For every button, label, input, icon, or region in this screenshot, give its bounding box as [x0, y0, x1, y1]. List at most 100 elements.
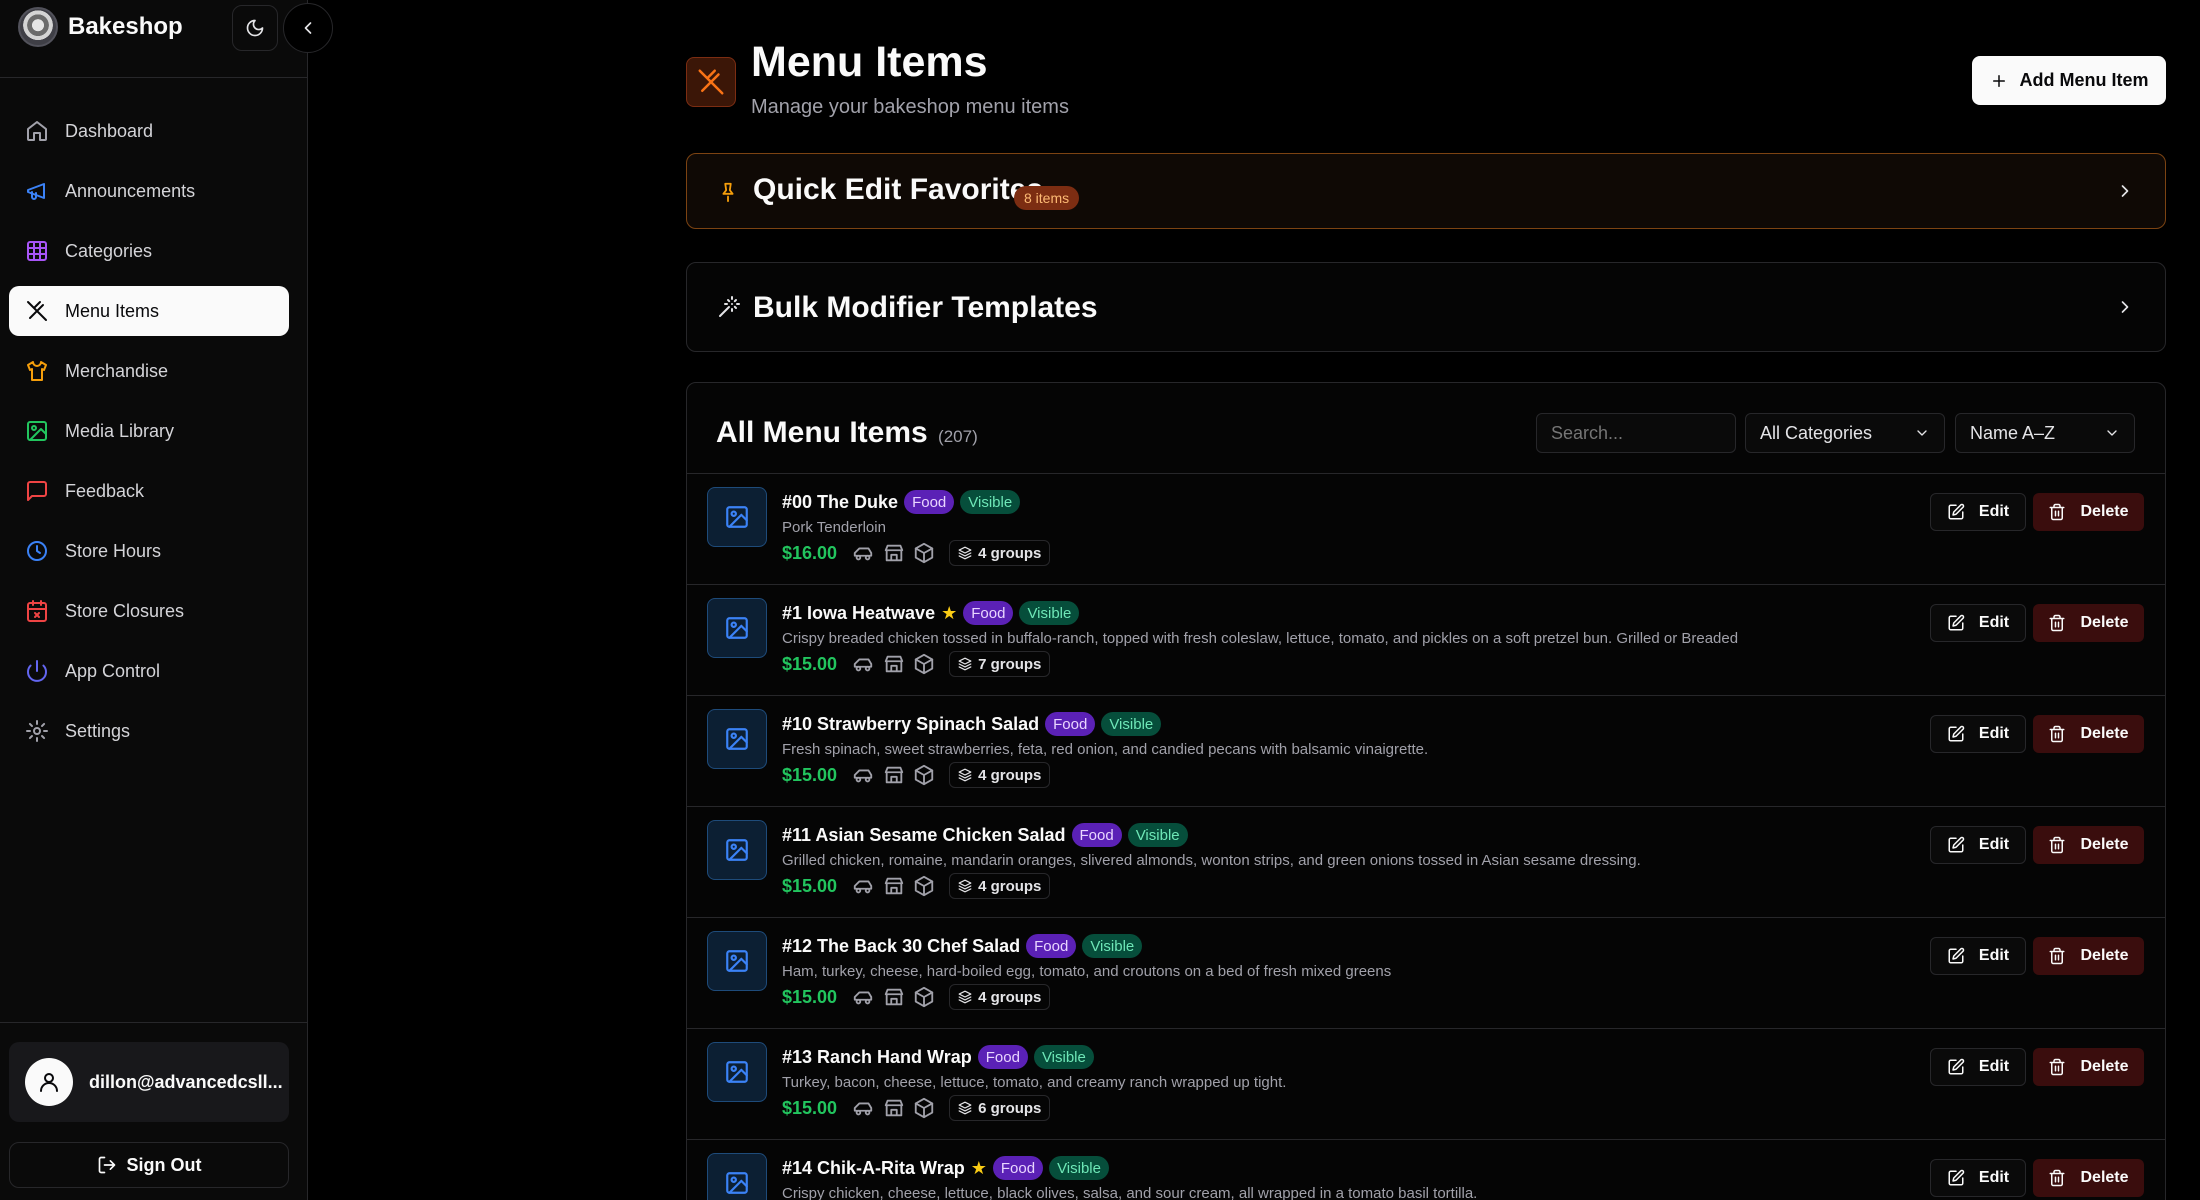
item-title-line: #12 The Back 30 Chef Salad Food Visible [782, 934, 1143, 958]
item-title-line: #1 Iowa Heatwave ★ Food Visible [782, 601, 1080, 625]
box-icon [914, 764, 934, 786]
menu-item-row: #10 Strawberry Spinach Salad Food Visibl… [687, 695, 2165, 806]
edit-icon [1948, 614, 1965, 631]
sidebar-item-feedback[interactable]: Feedback [9, 466, 289, 516]
item-thumbnail [707, 820, 767, 880]
item-description: Grilled chicken, romaine, mandarin orang… [782, 852, 1641, 869]
delete-button[interactable]: Delete [2033, 715, 2144, 753]
delete-button[interactable]: Delete [2033, 1048, 2144, 1086]
item-title-line: #00 The Duke Food Visible [782, 490, 1021, 514]
sidebar-item-menu-items[interactable]: Menu Items [9, 286, 289, 336]
menu-items-title-icon [686, 57, 736, 107]
menu-item-row: #12 The Back 30 Chef Salad Food Visible … [687, 917, 2165, 1028]
list-title-text: All Menu Items [716, 416, 928, 449]
trash-icon [2049, 836, 2065, 854]
item-thumbnail [707, 1153, 767, 1200]
menu-item-row: #14 Chik-A-Rita Wrap ★ Food Visible Cris… [687, 1139, 2165, 1200]
clock-icon [27, 541, 47, 561]
sidebar-item-label: Merchandise [65, 360, 169, 381]
box-icon [914, 986, 934, 1008]
list-title: All Menu Items (207) [716, 416, 978, 450]
sidebar-item-label: Menu Items [65, 300, 160, 321]
delete-label: Delete [2080, 725, 2129, 742]
category-badge: Food [904, 490, 955, 514]
add-menu-item-button[interactable]: Add Menu Item [1972, 56, 2166, 105]
edit-label: Edit [1978, 947, 2010, 964]
item-meta: $15.00 4 groups [782, 762, 1051, 788]
sort-select[interactable]: Name A–Z [1955, 413, 2135, 453]
category-filter-select[interactable]: All Categories [1745, 413, 1945, 453]
delete-label: Delete [2080, 1058, 2129, 1075]
item-description: Pork Tenderloin [782, 519, 886, 536]
box-icon [914, 1097, 934, 1119]
layers-icon [958, 879, 972, 893]
item-description: Ham, turkey, cheese, hard-boiled egg, to… [782, 963, 1392, 980]
category-badge: Food [1045, 712, 1096, 736]
favorite-star-icon[interactable]: ★ [941, 603, 957, 624]
delete-button[interactable]: Delete [2033, 493, 2144, 531]
modifier-groups-badge: 4 groups [949, 540, 1051, 566]
quick-edit-favorites-panel[interactable]: Quick Edit Favorites 8 items [686, 153, 2166, 229]
favorite-star-icon[interactable]: ★ [971, 1158, 987, 1179]
edit-button[interactable]: Edit [1930, 1159, 2026, 1197]
bulk-modifier-templates-panel[interactable]: Bulk Modifier Templates [686, 262, 2166, 352]
chevron-left-icon [304, 22, 312, 34]
bakeshop-logo [18, 7, 58, 47]
menu-item-row: #13 Ranch Hand Wrap Food Visible Turkey,… [687, 1028, 2165, 1139]
groups-label: 4 groups [978, 988, 1042, 1006]
user-card[interactable]: dillon@advancedcsll... [9, 1042, 289, 1122]
sidebar-item-label: Store Closures [65, 600, 185, 621]
delete-button[interactable]: Delete [2033, 1159, 2144, 1197]
megaphone-icon [27, 183, 45, 200]
item-meta: $15.00 4 groups [782, 873, 1051, 899]
item-price: $15.00 [782, 764, 838, 785]
delete-button[interactable]: Delete [2033, 937, 2144, 975]
trash-icon [2049, 503, 2065, 521]
edit-button[interactable]: Edit [1930, 1048, 2026, 1086]
list-count: (207) [938, 427, 978, 446]
sidebar-item-dashboard[interactable]: Dashboard [9, 106, 289, 156]
edit-button[interactable]: Edit [1930, 937, 2026, 975]
item-meta: $15.00 6 groups [782, 1095, 1051, 1121]
edit-button[interactable]: Edit [1930, 604, 2026, 642]
collapse-sidebar-button[interactable] [283, 3, 333, 53]
theme-toggle-button[interactable] [232, 5, 278, 51]
sidebar-item-announcements[interactable]: Announcements [9, 166, 289, 216]
sidebar-item-app-control[interactable]: App Control [9, 646, 289, 696]
sign-out-button[interactable]: Sign Out [9, 1142, 289, 1188]
edit-label: Edit [1978, 614, 2010, 631]
visibility-badge: Visible [1033, 1045, 1094, 1069]
groups-label: 4 groups [978, 544, 1042, 562]
groups-label: 6 groups [978, 1099, 1042, 1117]
item-description: Crispy breaded chicken tossed in buffalo… [782, 630, 1739, 647]
delete-button[interactable]: Delete [2033, 604, 2144, 642]
item-description: Crispy chicken, cheese, lettuce, black o… [782, 1185, 1478, 1200]
item-thumbnail [707, 931, 767, 991]
brand[interactable]: Bakeshop [18, 6, 183, 48]
sidebar-item-categories[interactable]: Categories [9, 226, 289, 276]
groups-label: 7 groups [978, 655, 1042, 673]
category-filter-value: All Categories [1760, 422, 1873, 443]
sidebar-item-store-closures[interactable]: Store Closures [9, 586, 289, 636]
visibility-badge: Visible [1127, 823, 1188, 847]
trash-icon [2049, 1058, 2065, 1076]
search-input[interactable] [1536, 413, 1736, 453]
brand-name: Bakeshop [68, 13, 183, 40]
sidebar-divider [0, 77, 308, 78]
delete-button[interactable]: Delete [2033, 826, 2144, 864]
plus-icon [1992, 74, 2005, 87]
item-name: #00 The Duke [782, 491, 899, 512]
edit-button[interactable]: Edit [1930, 826, 2026, 864]
item-thumbnail [707, 709, 767, 769]
sidebar-item-settings[interactable]: Settings [9, 706, 289, 756]
power-icon [27, 660, 47, 682]
edit-button[interactable]: Edit [1930, 715, 2026, 753]
layers-icon [958, 990, 972, 1004]
sidebar-item-store-hours[interactable]: Store Hours [9, 526, 289, 576]
sidebar-item-media-library[interactable]: Media Library [9, 406, 289, 456]
edit-button[interactable]: Edit [1930, 493, 2026, 531]
sidebar-item-merchandise[interactable]: Merchandise [9, 346, 289, 396]
menu-item-row: #00 The Duke Food Visible Pork Tenderloi… [687, 473, 2165, 584]
item-price: $15.00 [782, 986, 838, 1007]
store-icon [884, 766, 904, 784]
